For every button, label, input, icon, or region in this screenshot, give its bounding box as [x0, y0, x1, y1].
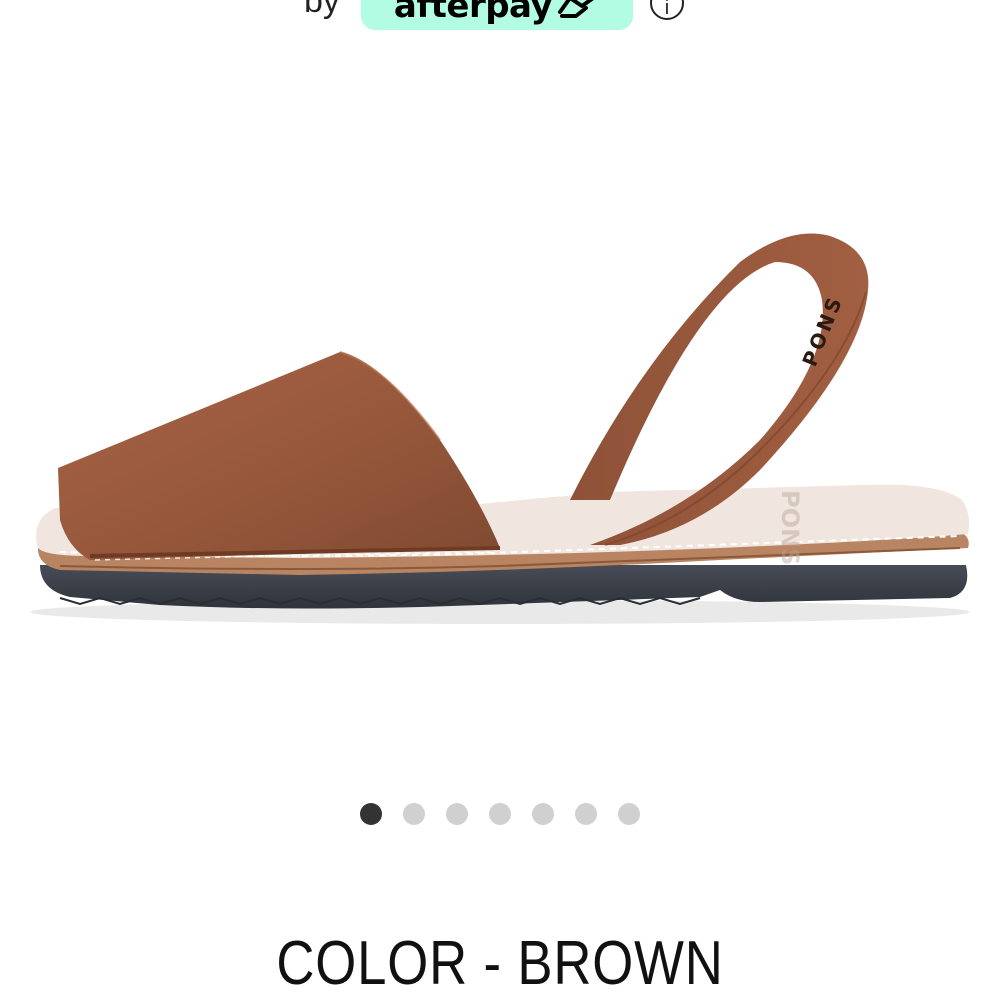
afterpay-row: by afterpay i [0, 0, 1000, 32]
carousel-dot-6[interactable] [575, 803, 597, 825]
afterpay-by-text: by [304, 0, 340, 20]
sandal-product-image[interactable]: PONS PONS [0, 60, 1000, 780]
carousel-dot-3[interactable] [446, 803, 468, 825]
info-icon[interactable]: i [650, 0, 684, 20]
carousel-dots [0, 803, 1000, 825]
carousel-dot-7[interactable] [618, 803, 640, 825]
carousel-dot-2[interactable] [403, 803, 425, 825]
afterpay-badge[interactable]: afterpay [361, 0, 633, 30]
afterpay-arrows-icon [558, 0, 594, 18]
info-icon-glyph: i [664, 0, 670, 19]
carousel-dot-5[interactable] [532, 803, 554, 825]
carousel-dot-1[interactable] [360, 803, 382, 825]
color-selector-label: COLOR - BROWN [276, 929, 724, 998]
afterpay-wordmark: afterpay [393, 0, 553, 26]
carousel-dot-4[interactable] [489, 803, 511, 825]
product-page: by afterpay i PONS PONS COLOR - BROWN [0, 0, 1000, 1000]
insole-logo-text: PONS [776, 490, 804, 565]
